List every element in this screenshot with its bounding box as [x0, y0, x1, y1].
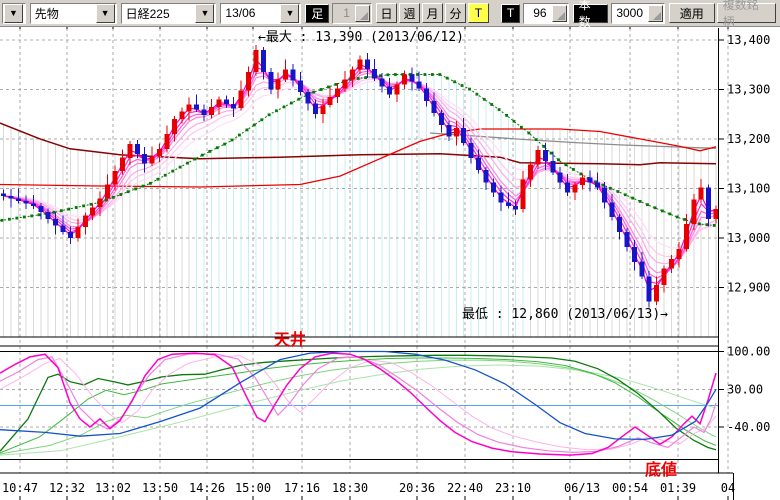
- period-button-4[interactable]: T: [468, 3, 489, 23]
- svg-text:23:10: 23:10: [495, 481, 531, 495]
- svg-text:06/13: 06/13: [564, 481, 600, 495]
- svg-text:12,900: 12,900: [727, 281, 770, 295]
- svg-text:00:54: 00:54: [612, 481, 648, 495]
- mini-dropdown[interactable]: ▼: [2, 3, 26, 24]
- svg-text:13,000: 13,000: [727, 231, 770, 245]
- toolbar: ▼ 先物 ▼ 日経225 ▼ 13/06 ▼ 足 1 日週月分T T 96 本数…: [0, 0, 780, 27]
- svg-text:30.00: 30.00: [727, 382, 763, 396]
- svg-text:01:39: 01:39: [660, 481, 696, 495]
- svg-text:04: 04: [721, 481, 735, 495]
- chevron-down-icon[interactable]: ▼: [195, 4, 214, 23]
- contract-month-select[interactable]: 13/06 ▼: [220, 3, 301, 24]
- svg-text:10:47: 10:47: [2, 481, 38, 495]
- bottom-label: 底値: [645, 460, 677, 479]
- svg-text:12:32: 12:32: [49, 481, 85, 495]
- svg-text:13,200: 13,200: [727, 132, 770, 146]
- svg-text:13,300: 13,300: [727, 82, 770, 96]
- interval-value: 1: [333, 6, 354, 20]
- svg-text:14:26: 14:26: [189, 481, 225, 495]
- period-button-0[interactable]: 日: [376, 3, 397, 23]
- trading-chart-app: ▼ 先物 ▼ 日経225 ▼ 13/06 ▼ 足 1 日週月分T T 96 本数…: [0, 0, 780, 500]
- interval-stepper[interactable]: 1: [332, 3, 372, 24]
- chevron-down-icon[interactable]: ▼: [96, 4, 115, 23]
- svg-text:13,100: 13,100: [727, 181, 770, 195]
- contract-month-value: 13/06: [221, 6, 279, 20]
- chart-canvas[interactable]: 13,400 13,300 13,200 13,100 13,000 12,900 100.…: [0, 27, 780, 500]
- max-annotation: ←最大 : 13,390 (2013/06/12): [258, 30, 464, 45]
- tick-count-stepper[interactable]: 96: [523, 3, 568, 24]
- bar-type-chip: 足: [305, 4, 329, 23]
- market-select[interactable]: 先物 ▼: [30, 3, 117, 24]
- period-button-group: 日週月分T: [376, 3, 491, 24]
- svg-text:13:50: 13:50: [142, 481, 178, 495]
- svg-text:20:36: 20:36: [399, 481, 435, 495]
- tick-count-value: 96: [524, 6, 550, 20]
- svg-text:13,400: 13,400: [727, 33, 770, 47]
- period-button-1[interactable]: 週: [399, 3, 420, 23]
- min-annotation: 最低 : 12,860 (2013/06/13)→: [462, 307, 668, 322]
- svg-text:22:40: 22:40: [447, 481, 483, 495]
- symbol-select-value: 日経225: [122, 5, 195, 22]
- spinner-icon[interactable]: [648, 5, 663, 22]
- market-select-value: 先物: [31, 5, 95, 22]
- period-button-3[interactable]: 分: [445, 3, 466, 23]
- bar-count-value: 3000: [612, 6, 647, 20]
- spinner-icon[interactable]: [355, 5, 370, 22]
- period-button-2[interactable]: 月: [422, 3, 443, 23]
- bar-count-stepper[interactable]: 3000: [611, 3, 665, 24]
- spinner-icon[interactable]: [552, 5, 567, 22]
- chevron-down-icon[interactable]: ▼: [4, 4, 23, 23]
- svg-text:13:02: 13:02: [95, 481, 131, 495]
- svg-text:17:16: 17:16: [284, 481, 320, 495]
- svg-text:100.00: 100.00: [727, 345, 770, 359]
- chevron-down-icon[interactable]: ▼: [280, 4, 299, 23]
- svg-text:15:00: 15:00: [235, 481, 271, 495]
- symbol-select[interactable]: 日経225 ▼: [121, 3, 217, 24]
- svg-text:18:30: 18:30: [332, 481, 368, 495]
- tick-chip: T: [501, 4, 520, 23]
- svg-text:-40.00: -40.00: [727, 420, 770, 434]
- multi-symbol-button[interactable]: 複数銘柄: [717, 3, 776, 23]
- ceiling-label: 天井: [274, 330, 306, 349]
- bar-count-chip: 本数: [573, 4, 609, 23]
- apply-button[interactable]: 適用: [669, 3, 715, 23]
